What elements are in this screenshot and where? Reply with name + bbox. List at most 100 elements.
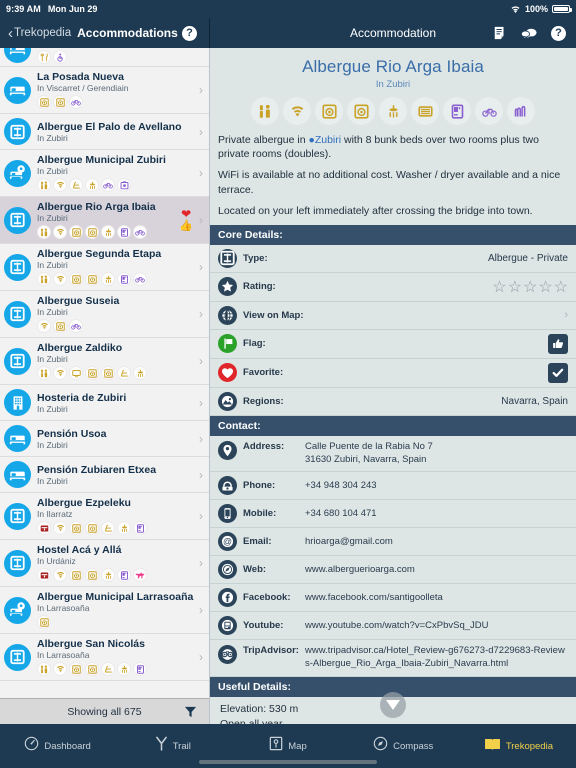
- bed-icon: [4, 76, 31, 104]
- shower-icon: [379, 97, 407, 125]
- core-detail-row[interactable]: Flag:: [210, 330, 576, 359]
- list-item-subtitle: In Zubiri: [37, 166, 68, 176]
- place-link[interactable]: Zubiri: [315, 134, 341, 146]
- list-item[interactable]: Albergue Zaldiko In Zubiri ›: [0, 338, 209, 385]
- accommodation-detail-panel[interactable]: Albergue Rio Arga Ibaia In Zubiri Privat…: [210, 48, 576, 724]
- rating-star[interactable]: ☆: [508, 277, 522, 297]
- dryer-icon: [85, 521, 99, 535]
- disclosure-chevron-icon[interactable]: ›: [199, 603, 203, 617]
- list-item[interactable]: Albergue Municipal Zubiri In Zubiri ›: [0, 150, 209, 197]
- contact-value[interactable]: +34 948 304 243: [305, 480, 377, 493]
- back-button-label[interactable]: Trekopedia: [14, 27, 71, 39]
- contact-value[interactable]: Calle Puente de la Rabia No 7 31630 Zubir…: [305, 441, 433, 467]
- contact-row[interactable]: Address: Calle Puente de la Rabia No 7 316…: [210, 436, 576, 473]
- tab-trail[interactable]: Trail: [115, 736, 230, 756]
- favorite-heart-icon[interactable]: ❤: [181, 208, 191, 221]
- disclosure-chevron-icon[interactable]: ›: [199, 509, 203, 523]
- list-item[interactable]: Albergue Ezpeleku In Ilarratz ›: [0, 493, 209, 540]
- rating-star[interactable]: ☆: [492, 277, 506, 297]
- accommodations-list[interactable]: La Posada Nueva In Viscarret / Gerendiain…: [0, 48, 209, 698]
- contact-row[interactable]: Youtube: www.youtube.com/watch?v=CxPbvSq_…: [210, 612, 576, 641]
- back-chevron-icon[interactable]: ‹: [8, 26, 13, 41]
- list-item[interactable]: Albergue El Palo de Avellano In Zubiri ›: [0, 114, 209, 150]
- phone-icon: [218, 476, 237, 496]
- contact-row[interactable]: TripAdvisor: www.tripadvisor.ca/Hotel_Rev…: [210, 640, 576, 678]
- list-item-title: Albergue Municipal Larrasoaña: [37, 591, 194, 603]
- list-item[interactable]: Albergue Segunda Etapa In Zubiri ›: [0, 244, 209, 291]
- list-item[interactable]: La Posada Nueva In Viscarret / Gerendiain…: [0, 67, 209, 114]
- tab-map[interactable]: Map: [230, 736, 345, 756]
- contact-label: Mobile:: [243, 508, 277, 520]
- wifi-icon: [53, 568, 67, 582]
- disclosure-chevron-icon[interactable]: ›: [199, 396, 203, 410]
- contact-row[interactable]: @ Email: hrioarga@gmail.com: [210, 528, 576, 557]
- list-item[interactable]: Pensión Zubiaren Etxea In Zubiri ›: [0, 457, 209, 493]
- filter-icon[interactable]: [184, 705, 197, 718]
- vending-icon: [117, 272, 131, 286]
- contact-value[interactable]: www.facebook.com/santigoolleta: [305, 592, 443, 605]
- disclosure-chevron-icon[interactable]: ›: [199, 125, 203, 139]
- list-item[interactable]: Hostel Acá y Allá In Urdániz ›: [0, 540, 209, 587]
- contact-value[interactable]: hrioarga@gmail.com: [305, 536, 393, 549]
- vending-icon: [133, 521, 147, 535]
- disclosure-chevron-icon[interactable]: ›: [199, 260, 203, 274]
- disclosure-chevron-icon[interactable]: ›: [199, 307, 203, 321]
- wifi-icon: [37, 319, 51, 333]
- list-item[interactable]: Hosteria de Zubiri In Zubiri ›: [0, 385, 209, 421]
- core-detail-row[interactable]: Regions: Navarra, Spain: [210, 388, 576, 416]
- disclosure-chevron-icon[interactable]: ›: [199, 556, 203, 570]
- help-icon-left[interactable]: ?: [182, 25, 197, 41]
- contact-row[interactable]: Phone: +34 948 304 243: [210, 472, 576, 501]
- disclosure-chevron-icon[interactable]: ›: [199, 432, 203, 446]
- rating-star[interactable]: ☆: [538, 277, 552, 297]
- thumbs-up-icon[interactable]: [548, 333, 568, 354]
- list-item[interactable]: Pensión Usoa In Zubiri ›: [0, 421, 209, 457]
- disclosure-chevron-icon[interactable]: ›: [199, 354, 203, 368]
- contact-row[interactable]: Mobile: +34 680 104 471: [210, 500, 576, 529]
- disclosure-chevron-icon[interactable]: ›: [199, 83, 203, 97]
- bottom-tab-bar: Dashboard Trail Map Compass Trekopedia: [0, 724, 576, 768]
- core-detail-row[interactable]: Favorite:: [210, 359, 576, 388]
- core-detail-label: Favorite:: [243, 367, 284, 379]
- list-item-partial[interactable]: [0, 48, 209, 67]
- list-item-subtitle: In Ilarratz: [37, 509, 73, 519]
- comments-icon[interactable]: [521, 27, 537, 40]
- list-item[interactable]: Albergue Rio Arga Ibaia In Zubiri ❤ 👍 ›: [0, 197, 209, 244]
- help-icon-right[interactable]: ?: [551, 25, 566, 41]
- pin-icon: [218, 440, 237, 460]
- list-item-title: Hostel Acá y Allá: [37, 544, 122, 556]
- rating-star[interactable]: ☆: [554, 277, 568, 297]
- contact-value[interactable]: www.alberguerioarga.com: [305, 564, 415, 577]
- disclosure-chevron-icon[interactable]: ›: [199, 650, 203, 664]
- tab-compass[interactable]: Compass: [346, 736, 461, 756]
- contact-value[interactable]: www.tripadvisor.ca/Hotel_Review-g676273-…: [305, 645, 568, 671]
- core-detail-row[interactable]: Rating: ☆ ☆ ☆ ☆ ☆: [210, 273, 576, 302]
- core-detail-value: Albergue - Private: [487, 252, 568, 264]
- compass-icon: [373, 736, 388, 756]
- contact-label: Web:: [243, 564, 267, 576]
- list-item[interactable]: Albergue Suseia In Zubiri ›: [0, 291, 209, 338]
- disclosure-chevron-icon[interactable]: ›: [564, 309, 568, 321]
- scroll-down-icon[interactable]: [380, 692, 406, 718]
- contact-label: Phone:: [243, 480, 276, 492]
- rating-star[interactable]: ☆: [523, 277, 537, 297]
- contact-row[interactable]: Facebook: www.facebook.com/santigoolleta: [210, 584, 576, 613]
- disclosure-chevron-icon[interactable]: ›: [199, 468, 203, 482]
- detail-title: Albergue Rio Arga Ibaia: [302, 57, 484, 76]
- core-detail-row[interactable]: View on Map: ›: [210, 302, 576, 330]
- list-item-text: Hostel Acá y Allá In Urdániz: [37, 544, 195, 582]
- list-item[interactable]: Albergue San Nicolás In Larrasoaña ›: [0, 634, 209, 681]
- core-detail-row[interactable]: Type: Albergue - Private: [210, 245, 576, 273]
- tab-trekopedia[interactable]: Trekopedia: [461, 737, 576, 756]
- contact-value[interactable]: +34 680 104 471: [305, 508, 377, 521]
- check-icon[interactable]: [548, 362, 568, 383]
- contact-row[interactable]: Web: www.alberguerioarga.com: [210, 556, 576, 585]
- rating-stars[interactable]: ☆ ☆ ☆ ☆ ☆: [492, 277, 568, 297]
- list-item[interactable]: Albergue Municipal Larrasoaña In Larrasoa…: [0, 587, 209, 634]
- disclosure-chevron-icon[interactable]: ›: [199, 166, 203, 180]
- flag-thumb-icon[interactable]: 👍: [179, 220, 193, 232]
- contact-value[interactable]: www.youtube.com/watch?v=CxPbvSq_JDU: [305, 620, 488, 633]
- disclosure-chevron-icon[interactable]: ›: [199, 213, 203, 227]
- notes-icon[interactable]: [493, 26, 507, 40]
- tab-dashboard[interactable]: Dashboard: [0, 736, 115, 756]
